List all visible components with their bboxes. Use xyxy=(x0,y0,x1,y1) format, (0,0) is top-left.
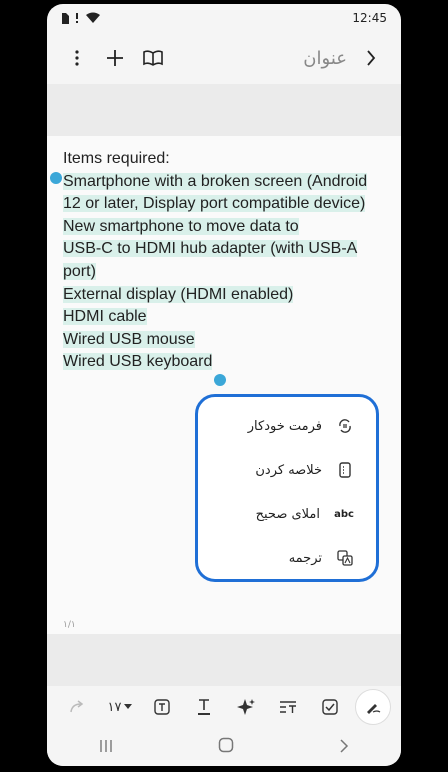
text-style-icon[interactable] xyxy=(141,686,183,728)
note-line: USB-C to HDMI hub adapter (with USB-A xyxy=(63,240,358,258)
note-line: External display (HDMI enabled) xyxy=(63,285,294,303)
note-line: Smartphone with a broken screen (Android xyxy=(63,172,368,190)
sim-icon xyxy=(62,12,69,24)
ai-menu-label: ترجمه xyxy=(288,550,322,566)
redo-icon[interactable] xyxy=(57,686,99,728)
pen-icon xyxy=(367,704,381,714)
note-line: New smartphone to move data to xyxy=(63,217,299,235)
wifi-icon xyxy=(86,12,100,23)
ai-menu-item-translate[interactable]: ترجمه xyxy=(289,543,354,573)
paragraph-format-icon[interactable] xyxy=(267,686,309,728)
status-bar: 12:45 xyxy=(47,4,401,32)
back-icon[interactable] xyxy=(339,738,349,757)
note-line: 12 or later, Display port compatible dev… xyxy=(63,195,366,213)
ai-menu-item-auto-format[interactable]: فرمت خودکار xyxy=(248,411,354,441)
note-line: HDMI cable xyxy=(63,308,147,326)
add-icon[interactable] xyxy=(101,44,129,72)
ai-menu-item-spell-check[interactable]: abc املای صحیح xyxy=(256,499,354,529)
ai-assist-menu: فرمت خودکار خلاصه کردن abc املای صحیح تر… xyxy=(195,394,379,582)
phone-screen: 12:45 عنوان Items required: Smartphone w… xyxy=(47,4,401,766)
note-text[interactable]: Items required: Smartphone with a broken… xyxy=(63,148,393,374)
note-title-input[interactable]: عنوان xyxy=(303,48,347,69)
auto-format-icon xyxy=(336,417,354,435)
chevron-down-icon xyxy=(124,704,133,709)
ai-menu-item-summarize[interactable]: خلاصه کردن xyxy=(255,455,354,485)
system-navigation-bar xyxy=(47,728,401,766)
selection-end-handle[interactable] xyxy=(214,374,226,386)
page-indicator: ۱/۱ xyxy=(63,620,76,630)
spell-check-icon: abc xyxy=(334,508,354,520)
recent-apps-icon[interactable] xyxy=(99,738,113,757)
header-divider-band xyxy=(47,84,401,136)
text-color-icon[interactable] xyxy=(183,686,225,728)
ai-menu-label: املای صحیح xyxy=(255,506,320,522)
note-line: port) xyxy=(63,262,96,280)
font-size-value: ۱۷ xyxy=(107,699,122,715)
ai-menu-label: خلاصه کردن xyxy=(255,462,322,478)
formatting-toolbar: ۱۷ xyxy=(47,686,401,728)
handwriting-pen-button[interactable] xyxy=(355,689,391,725)
home-icon[interactable] xyxy=(218,737,234,757)
selection-start-handle[interactable] xyxy=(50,172,62,184)
reading-mode-icon[interactable] xyxy=(139,44,167,72)
back-chevron-icon[interactable] xyxy=(357,44,385,72)
alert-icon xyxy=(76,13,78,23)
note-line: Items required: xyxy=(63,150,170,167)
ai-sparkle-icon[interactable] xyxy=(225,686,267,728)
more-options-icon[interactable] xyxy=(63,44,91,72)
status-time: 12:45 xyxy=(352,11,387,25)
checkbox-icon[interactable] xyxy=(309,686,351,728)
ai-menu-label: فرمت خودکار xyxy=(247,418,322,434)
note-line: Wired USB keyboard xyxy=(63,353,213,371)
footer-divider-band xyxy=(47,634,401,686)
note-line: Wired USB mouse xyxy=(63,330,195,348)
translate-icon xyxy=(336,549,354,567)
app-bar: عنوان xyxy=(47,34,401,82)
summarize-icon xyxy=(336,461,354,479)
font-size-dropdown[interactable]: ۱۷ xyxy=(99,686,141,728)
